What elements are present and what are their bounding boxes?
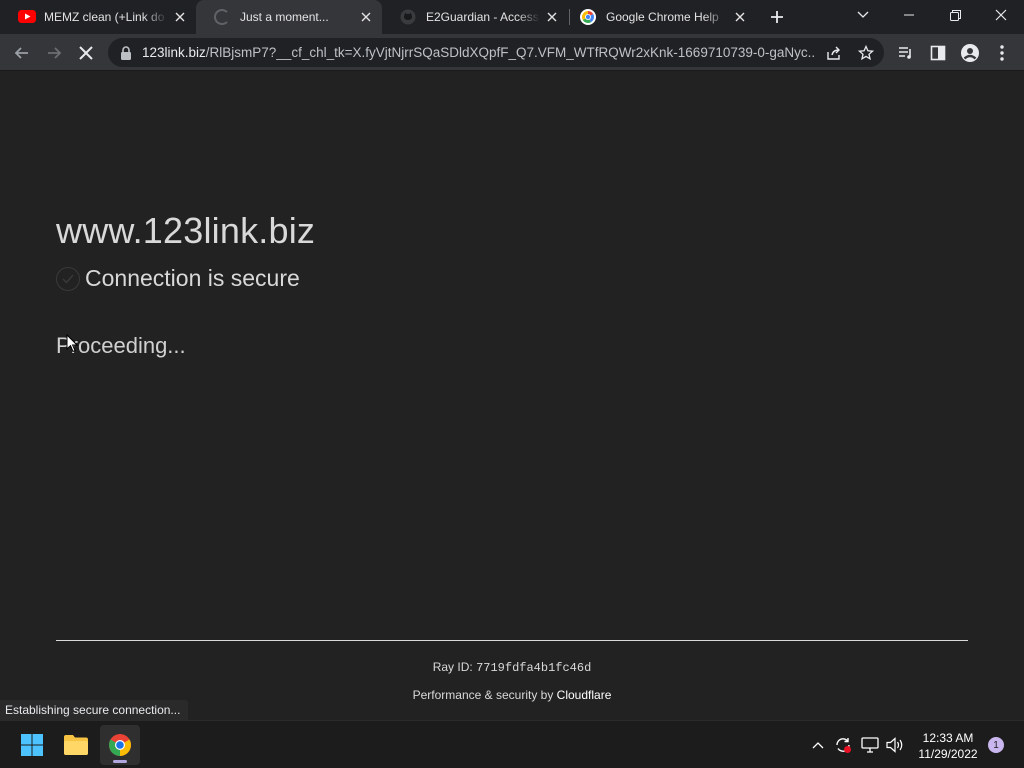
browser-toolbar: 123link.biz/RlBjsmP7?__cf_chl_tk=X.fyVjt… <box>0 34 1024 71</box>
restore-icon <box>949 9 961 21</box>
minimize-icon <box>904 14 914 16</box>
tab-title: Google Chrome Help <box>606 10 719 24</box>
stop-icon <box>79 46 93 60</box>
star-icon <box>858 45 874 61</box>
chevron-down-icon <box>857 11 869 18</box>
ray-id-line: Ray ID: 7719fdfa4b1fc46d <box>0 660 1024 675</box>
mouse-cursor-icon <box>66 334 78 353</box>
lock-icon[interactable] <box>120 45 132 60</box>
sync-icon <box>836 738 851 753</box>
tab-title: Just a moment... <box>240 10 329 24</box>
tab-title: E2Guardian - Access D <box>426 10 540 24</box>
tab-e2guardian[interactable]: E2Guardian - Access D <box>382 0 568 34</box>
url-host: 123link.biz <box>142 45 206 60</box>
perf-label: Performance & security by <box>412 688 554 702</box>
tab-close-icon[interactable] <box>172 9 188 25</box>
secure-status: Connection is secure <box>56 265 300 292</box>
restore-button[interactable] <box>932 0 978 30</box>
side-panel-icon <box>930 45 946 61</box>
tab-memz[interactable]: MEMZ clean (+Link do <box>0 0 196 34</box>
site-title: www.123link.biz <box>56 210 316 251</box>
cloudflare-link[interactable]: Cloudflare <box>557 688 612 702</box>
url-text[interactable]: 123link.biz/RlBjsmP7?__cf_chl_tk=X.fyVjt… <box>142 45 814 60</box>
tab-title: MEMZ clean (+Link do <box>44 10 165 24</box>
tab-just-a-moment[interactable]: Just a moment... <box>196 0 382 34</box>
plus-icon <box>771 11 783 23</box>
start-button[interactable] <box>12 725 52 765</box>
stop-loading-button[interactable] <box>72 39 100 67</box>
clock-date: 11/29/2022 <box>918 747 978 761</box>
kebab-menu-icon <box>1000 45 1004 61</box>
clock-time: 12:33 AM <box>922 731 974 745</box>
loading-spinner-icon <box>214 9 230 25</box>
speaker-icon <box>886 737 903 753</box>
ray-label: Ray ID: <box>432 660 473 674</box>
network-tray-button[interactable] <box>860 735 880 755</box>
arrow-right-icon <box>48 47 62 59</box>
github-icon <box>400 9 416 25</box>
youtube-icon <box>18 9 36 25</box>
minimize-button[interactable] <box>886 0 932 30</box>
back-button[interactable] <box>8 39 36 67</box>
media-queue-icon <box>899 47 911 59</box>
sync-tray-button[interactable] <box>833 735 853 755</box>
close-window-button[interactable] <box>978 0 1024 30</box>
secure-text: Connection is secure <box>85 265 300 291</box>
chevron-up-icon <box>812 742 824 749</box>
address-bar[interactable]: 123link.biz/RlBjsmP7?__cf_chl_tk=X.fyVjt… <box>108 38 884 67</box>
folder-icon <box>64 735 88 755</box>
screen: MEMZ clean (+Link do Just a moment... E2… <box>0 0 1024 768</box>
tab-close-icon[interactable] <box>732 9 748 25</box>
system-clock[interactable]: 12:33 AM 11/29/2022 <box>912 730 984 762</box>
menu-button[interactable] <box>988 39 1016 67</box>
windows-icon <box>21 734 43 756</box>
share-button[interactable] <box>825 44 843 62</box>
footer-divider <box>56 640 968 641</box>
profile-button[interactable] <box>956 39 984 67</box>
tab-close-icon[interactable] <box>544 9 560 25</box>
url-path: /RlBjsmP7?__cf_chl_tk=X.fyVjtNjrrSQaSDld… <box>205 45 814 60</box>
arrow-left-icon <box>14 47 28 59</box>
tab-chrome-help[interactable]: Google Chrome Help <box>570 0 756 34</box>
show-hidden-icons-button[interactable] <box>808 735 828 755</box>
file-explorer-button[interactable] <box>56 725 96 765</box>
chrome-icon <box>109 734 131 756</box>
side-panel-button[interactable] <box>924 39 952 67</box>
tab-close-icon[interactable] <box>358 9 374 25</box>
volume-tray-button[interactable] <box>885 735 905 755</box>
status-bubble: Establishing secure connection... <box>0 700 189 720</box>
active-app-indicator <box>113 760 127 763</box>
chrome-taskbar-button[interactable] <box>100 725 140 765</box>
tab-search-button[interactable] <box>840 0 886 30</box>
notification-badge[interactable]: 1 <box>988 737 1004 753</box>
forward-button[interactable] <box>40 39 68 67</box>
page-content: www.123link.biz Connection is secure Pro… <box>0 72 1024 720</box>
check-circle-icon <box>56 266 80 291</box>
status-text: Establishing secure connection... <box>5 703 181 717</box>
close-icon <box>995 9 1007 21</box>
new-tab-button[interactable] <box>764 5 790 29</box>
ray-id: 7719fdfa4b1fc46d <box>476 661 592 675</box>
google-icon <box>580 9 596 25</box>
taskbar: 12:33 AM 11/29/2022 1 <box>0 720 1024 768</box>
reading-list-button[interactable] <box>892 39 920 67</box>
network-icon <box>861 737 879 753</box>
bookmark-button[interactable] <box>857 44 875 62</box>
share-icon <box>827 46 840 60</box>
person-icon <box>961 44 979 62</box>
tab-strip: MEMZ clean (+Link do Just a moment... E2… <box>0 0 1024 34</box>
